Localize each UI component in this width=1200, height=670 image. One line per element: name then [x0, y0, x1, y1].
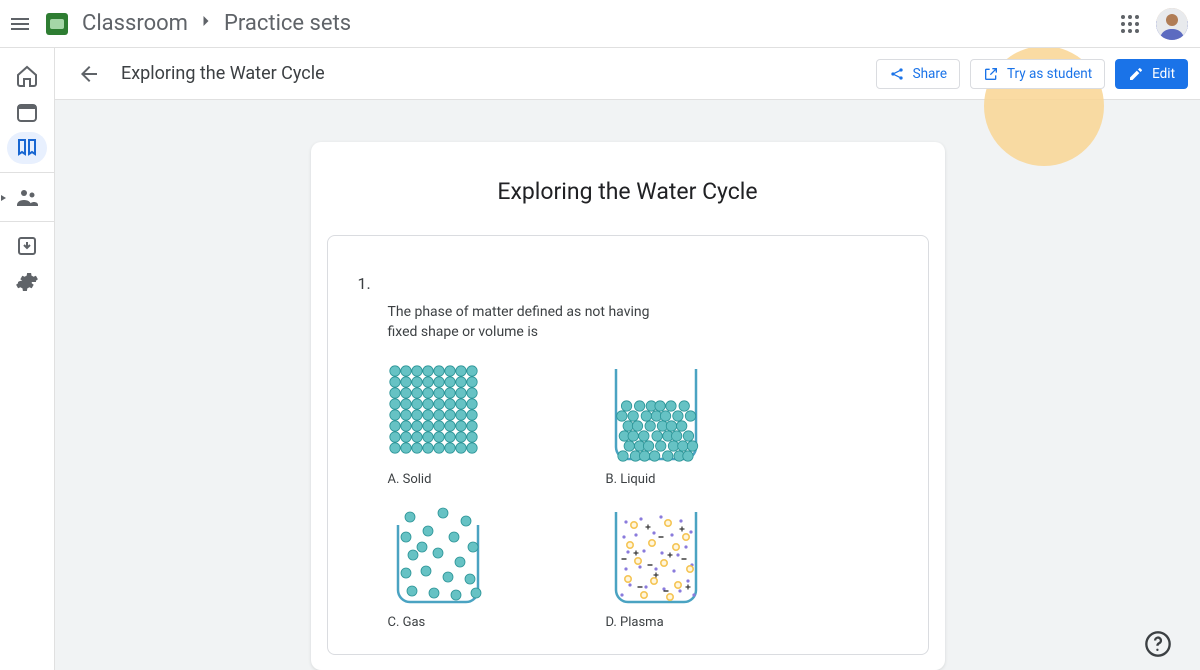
chevron-right-icon	[196, 11, 216, 37]
share-button[interactable]: Share	[876, 59, 960, 89]
main-layout: Exploring the Water Cycle Share Try as s…	[0, 48, 1200, 670]
option-label: A. Solid	[388, 472, 432, 487]
sidebar-item-people[interactable]	[7, 181, 47, 213]
classroom-logo-icon	[46, 13, 68, 35]
avatar[interactable]	[1156, 8, 1188, 40]
subheader: Exploring the Water Cycle Share Try as s…	[55, 48, 1200, 100]
question-card: 1. The phase of matter defined as not ha…	[327, 235, 929, 655]
option-label: C. Gas	[388, 615, 426, 630]
help-icon[interactable]	[1144, 630, 1172, 658]
practice-set-title: Exploring the Water Cycle	[121, 63, 325, 84]
practice-sheet: Exploring the Water Cycle 1. The phase o…	[311, 142, 945, 670]
open-external-icon	[983, 66, 999, 82]
option-gas[interactable]: C. Gas	[388, 507, 546, 630]
gas-diagram-icon	[388, 507, 488, 607]
plasma-diagram-icon	[606, 507, 706, 607]
question-number: 1.	[358, 274, 898, 293]
sidebar-item-archive[interactable]	[7, 230, 47, 262]
question-options: A. Solid B. Liquid	[388, 364, 898, 630]
sidebar-item-calendar[interactable]	[7, 96, 47, 128]
option-solid[interactable]: A. Solid	[388, 364, 546, 487]
option-label: B. Liquid	[606, 472, 656, 487]
liquid-diagram-icon	[606, 364, 706, 464]
subheader-right: Share Try as student Edit	[876, 59, 1188, 89]
breadcrumb: Classroom Practice sets	[82, 11, 351, 37]
edit-label: Edit	[1152, 66, 1175, 82]
expand-triangle-icon	[0, 188, 9, 207]
topbar-right	[1118, 8, 1188, 40]
option-liquid[interactable]: B. Liquid	[606, 364, 764, 487]
topbar: Classroom Practice sets	[0, 0, 1200, 48]
share-icon	[889, 66, 905, 82]
breadcrumb-app[interactable]: Classroom	[82, 11, 188, 36]
apps-grid-icon[interactable]	[1118, 12, 1142, 36]
option-plasma[interactable]: D. Plasma	[606, 507, 764, 630]
share-label: Share	[913, 66, 947, 82]
sidebar-divider-2	[0, 221, 54, 222]
sidebar	[0, 48, 55, 670]
pencil-icon	[1128, 66, 1144, 82]
sidebar-item-home[interactable]	[7, 60, 47, 92]
topbar-left: Classroom Practice sets	[8, 11, 351, 37]
edit-button[interactable]: Edit	[1115, 59, 1188, 89]
option-label: D. Plasma	[606, 615, 664, 630]
canvas: Exploring the Water Cycle 1. The phase o…	[55, 100, 1200, 670]
solid-diagram-icon	[388, 364, 488, 464]
subheader-left: Exploring the Water Cycle	[77, 62, 325, 86]
content-area: Exploring the Water Cycle Share Try as s…	[55, 48, 1200, 670]
try-as-student-button[interactable]: Try as student	[970, 59, 1105, 89]
back-arrow-icon[interactable]	[77, 62, 101, 86]
sidebar-divider	[0, 172, 54, 173]
sheet-title: Exploring the Water Cycle	[311, 178, 945, 205]
try-label: Try as student	[1007, 66, 1092, 82]
sidebar-item-library[interactable]	[7, 132, 47, 164]
sidebar-item-settings[interactable]	[7, 266, 47, 298]
breadcrumb-page[interactable]: Practice sets	[224, 11, 351, 36]
hamburger-icon[interactable]	[8, 12, 32, 36]
question-text: The phase of matter defined as not havin…	[388, 303, 668, 342]
